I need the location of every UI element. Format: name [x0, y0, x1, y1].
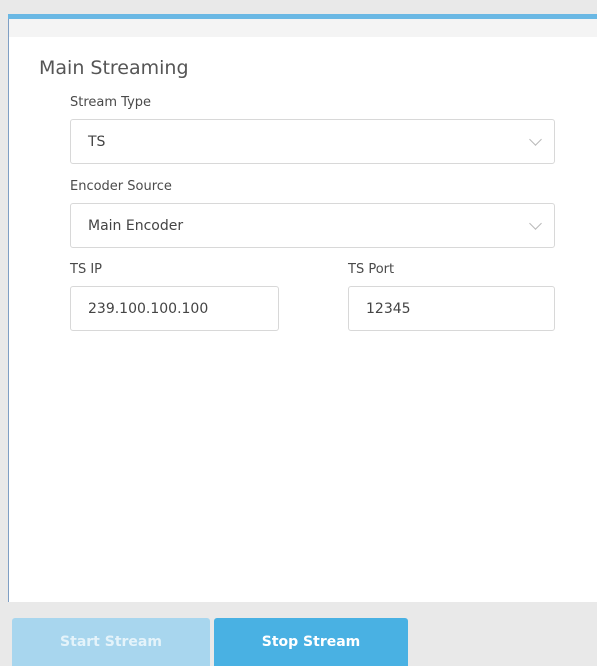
ts-ip-input[interactable]: 239.100.100.100	[70, 286, 279, 331]
encoder-source-select[interactable]: Main Encoder	[70, 203, 555, 248]
ts-ip-label: TS IP	[70, 262, 102, 277]
stream-type-label: Stream Type	[70, 95, 152, 110]
stream-type-value: TS	[88, 133, 106, 150]
chevron-down-icon	[529, 132, 542, 146]
encoder-source-label: Encoder Source	[70, 179, 172, 194]
ts-port-label: TS Port	[348, 262, 395, 277]
ts-port-input[interactable]: 12345	[348, 286, 555, 331]
stream-type-select[interactable]: TS	[70, 119, 555, 164]
start-stream-button[interactable]: Start Stream	[12, 618, 210, 666]
encoder-source-value: Main Encoder	[88, 217, 184, 234]
ts-ip-value: 239.100.100.100	[88, 300, 209, 317]
ts-port-value: 12345	[366, 300, 411, 317]
section-title: Main Streaming	[39, 57, 189, 79]
chevron-down-icon	[529, 216, 542, 230]
panel-header-strip	[9, 19, 597, 37]
stop-stream-button[interactable]: Stop Stream	[214, 618, 408, 666]
